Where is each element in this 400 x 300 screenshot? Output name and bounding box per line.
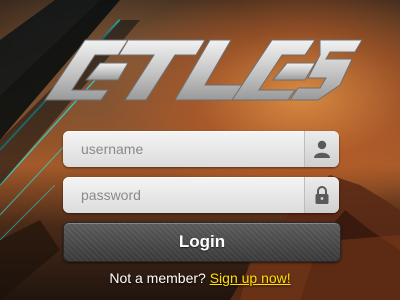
username-field[interactable] xyxy=(63,131,339,167)
signup-prompt: Not a member? Sign up now! xyxy=(0,270,400,286)
lock-icon xyxy=(304,177,339,213)
password-field[interactable] xyxy=(63,177,339,213)
username-input[interactable] xyxy=(63,131,304,167)
signup-link[interactable]: Sign up now! xyxy=(210,270,291,286)
not-member-text: Not a member? xyxy=(109,270,206,286)
password-input[interactable] xyxy=(63,177,304,213)
lock-icon-glyph xyxy=(315,186,329,204)
login-button[interactable]: Login xyxy=(63,222,341,262)
user-icon xyxy=(304,131,339,167)
atlas-logo xyxy=(44,39,363,101)
user-icon-glyph xyxy=(314,140,330,158)
